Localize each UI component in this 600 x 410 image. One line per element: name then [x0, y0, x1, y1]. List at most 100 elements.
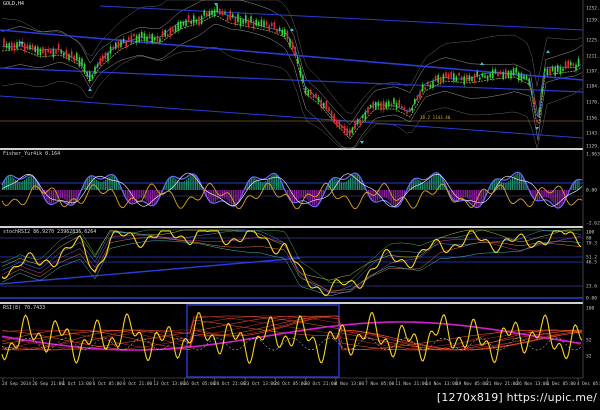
candle-body [346, 128, 348, 136]
candle-body [263, 20, 265, 27]
candle-body [382, 101, 385, 110]
candle-body [112, 46, 114, 50]
candle-body [258, 21, 260, 26]
candle-body [369, 105, 372, 108]
stoch-scale-label: 46.5 [586, 260, 597, 266]
candle-body [554, 67, 556, 76]
price-pane-separator[interactable] [0, 148, 583, 150]
time-axis: 24 Sep 2014 26 Sep 21:001 Oct 13:00 6 Oct … [0, 377, 600, 387]
candle-body [200, 15, 203, 24]
candle-body [559, 67, 562, 75]
time-axis-label: 6 Oct 05:00 [93, 381, 122, 387]
candle-body [351, 127, 354, 134]
candle-body [265, 21, 268, 26]
candle-body [567, 60, 569, 68]
candle-body [512, 68, 515, 76]
stoch-pane[interactable] [0, 229, 583, 299]
stoch-pane-separator[interactable] [0, 302, 583, 304]
price-pane[interactable]: 38.2 1143.40 [0, 0, 584, 149]
candle-body [234, 17, 237, 26]
candle-body [78, 57, 81, 67]
candle-body [562, 68, 564, 72]
candle-body [167, 34, 169, 37]
candle-body [86, 72, 88, 77]
candle-body [375, 102, 377, 109]
candle-body [109, 46, 112, 54]
price-scale-label: 1143.05 [586, 131, 600, 137]
signal-arrow-icon [88, 88, 92, 91]
candle-body [403, 107, 406, 110]
candle-body [520, 73, 523, 81]
candle-body [143, 33, 146, 40]
candle-body [450, 71, 452, 78]
time-axis-label: 21 Nov 21:00 [486, 381, 518, 387]
candle-body [557, 65, 559, 72]
candle-body [419, 92, 421, 99]
rsi-title: RSI(8) 70.7433 [3, 305, 46, 311]
candle-body [442, 74, 445, 82]
fisher-scale-label: 1.963 [586, 152, 600, 158]
candle-body [291, 42, 294, 50]
candle-body [96, 63, 99, 68]
candle-body [408, 108, 411, 112]
price-scale-label: 1239.50 [586, 18, 600, 24]
candle-body [323, 103, 325, 108]
candle-body [289, 38, 291, 48]
candle-body [242, 19, 244, 24]
candle-body [564, 61, 567, 69]
candle-body [232, 14, 234, 18]
candle-body [411, 107, 413, 111]
candle-body [315, 93, 317, 98]
candle-body [260, 19, 263, 26]
candle-body [47, 49, 49, 53]
candle-body [237, 14, 239, 23]
rsi-pane[interactable] [1, 304, 583, 378]
candle-body [117, 41, 120, 48]
candle-body [528, 78, 530, 86]
candle-body [5, 43, 8, 48]
candle-body [424, 87, 426, 90]
candle-body [151, 33, 153, 43]
candle-body [536, 119, 538, 123]
candle-body [544, 69, 546, 72]
candle-body [138, 34, 140, 42]
candle-body [429, 84, 432, 88]
candle-body [281, 29, 283, 36]
candle-body [65, 49, 68, 59]
chart-window[interactable]: 38.2 1143.40 1252.40 1239.50 1225.25 1211.6… [0, 0, 600, 406]
candle-body [206, 12, 208, 17]
candle-body [546, 68, 549, 76]
fisher-scale-label: -2.627 [586, 221, 600, 227]
candle-body [494, 69, 497, 74]
candle-body [476, 71, 478, 77]
price-scale-label: 1225.25 [586, 38, 600, 44]
candle-body [304, 87, 307, 94]
candle-body [390, 103, 393, 106]
signal-arrow-icon [480, 62, 484, 65]
time-axis-label: 11 Nov 21:00 [395, 381, 427, 387]
candle-body [414, 99, 416, 105]
candle-body [216, 5, 218, 13]
stoch-scale-label: 100 [586, 230, 595, 236]
time-axis-label: 26 Sep 21:00 [32, 381, 64, 387]
fisher-pane[interactable] [0, 171, 583, 210]
candle-body [297, 57, 299, 64]
candle-body [128, 37, 130, 40]
candle-body [8, 43, 10, 50]
chart-canvas[interactable]: 38.2 1143.40 1252.40 1239.50 1225.25 1211.6… [0, 0, 600, 406]
candle-body [245, 15, 247, 24]
candle-body [343, 126, 346, 133]
candle-body [317, 96, 320, 103]
symbol-label: GOLD,H4 [3, 1, 25, 7]
candle-body [247, 19, 250, 28]
candle-body [195, 19, 198, 23]
fisher-pane-separator[interactable] [0, 226, 583, 228]
candle-body [187, 15, 190, 23]
candle-body [398, 99, 400, 108]
candle-body [57, 43, 60, 51]
candle-body [505, 69, 507, 78]
candle-body [325, 100, 328, 109]
candle-body [284, 29, 286, 37]
candle-body [239, 18, 242, 27]
candle-body [307, 90, 309, 97]
